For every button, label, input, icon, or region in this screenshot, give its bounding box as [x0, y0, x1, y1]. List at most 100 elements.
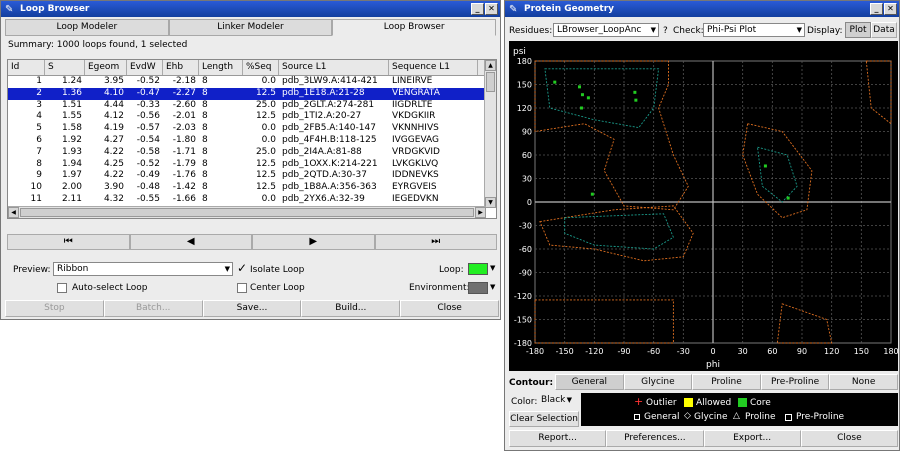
legend-core: Core	[750, 398, 771, 408]
tab-data[interactable]: Data	[871, 22, 897, 38]
scroll-up-icon[interactable]: ▲	[485, 60, 496, 71]
table-row[interactable]: 6 1.92 4.27 -0.54 -1.80 8 0.0 pdb_4F4H.B:118-12…	[8, 135, 496, 147]
column-header[interactable]: Sequence L1	[389, 60, 478, 75]
auto-select-loop-checkbox[interactable]	[57, 283, 67, 293]
column-header[interactable]: Length	[199, 60, 243, 75]
tab-plot[interactable]: Plot	[845, 22, 871, 38]
column-header[interactable]: EvdW	[127, 60, 163, 75]
report-button[interactable]: Report...	[509, 430, 607, 447]
contour-pre-proline-button[interactable]: Pre-Proline	[760, 374, 830, 390]
tab-loop-browser[interactable]: Loop Browser	[332, 19, 497, 36]
scroll-left-icon[interactable]: ◀	[8, 207, 19, 218]
protein-geometry-window: ✎ Protein Geometry _ ✕ Residues: LBrowse…	[504, 0, 900, 451]
table-cell: 4.10	[103, 87, 124, 98]
table-cell: 4.25	[103, 158, 124, 169]
table-cell: pdb_2GLT.A:274-281	[282, 99, 375, 110]
table-row[interactable]: 1 1.24 3.95 -0.52 -2.18 8 0.0 pdb_3LW9.A:414-42…	[8, 76, 496, 88]
x-tick-label: 90	[797, 347, 807, 356]
chevron-down-icon: ▼	[796, 26, 802, 34]
previous-loop-button[interactable]: ◀	[129, 234, 252, 250]
y-tick-label: 150	[517, 81, 532, 90]
geometry-close-button[interactable]: Close	[800, 430, 898, 447]
table-row[interactable]: 11 2.11 4.32 -0.55 -1.66 8 0.0 pdb_2YX6.A:32-39…	[8, 194, 496, 206]
loop-table[interactable]: Id S Egeom EvdW Ehb Length %Seq Source L1 Sequen…	[7, 59, 497, 219]
table-cell: 12.5	[255, 182, 276, 193]
export-button[interactable]: Export...	[703, 430, 801, 447]
table-cell: -2.60	[172, 99, 196, 110]
preferences-button[interactable]: Preferences...	[606, 430, 704, 447]
table-row[interactable]: 7 1.93 4.22 -0.58 -1.71 8 25.0 pdb_2I4A.A:81-88…	[8, 147, 496, 159]
column-header[interactable]: Egeom	[85, 60, 127, 75]
table-row[interactable]: 8 1.94 4.25 -0.52 -1.79 8 12.5 pdb_1OXX.K:214-2…	[8, 159, 496, 171]
environment-color-label: Environment:	[409, 283, 470, 293]
vertical-scrollbar[interactable]: ▲ ▼	[484, 60, 496, 208]
y-tick-label: -150	[514, 316, 532, 325]
phi-psi-plot[interactable]: -180 -150 -120 -90 -60 -30 0 30 60 90 120 150 180 180…	[509, 41, 899, 371]
clear-selection-button[interactable]: Clear Selection	[509, 411, 579, 427]
column-header[interactable]: S	[45, 60, 85, 75]
column-header[interactable]: %Seq	[243, 60, 279, 75]
help-button[interactable]: ?	[663, 26, 668, 36]
column-header[interactable]: Ehb	[163, 60, 199, 75]
column-header[interactable]: Id	[8, 60, 45, 75]
x-tick-label: 150	[854, 347, 869, 356]
color-select[interactable]: Black ▼	[538, 394, 574, 408]
residues-select[interactable]: LBrowser_LoopAnc ▼	[553, 23, 659, 37]
scroll-thumb[interactable]	[486, 72, 495, 92]
center-loop-checkbox[interactable]	[237, 283, 247, 293]
minimize-icon[interactable]: _	[870, 3, 883, 15]
isolate-loop-checkbox[interactable]: ✓	[237, 262, 247, 274]
table-row[interactable]: 10 2.00 3.90 -0.48 -1.42 8 12.5 pdb_1B8A.A:356-…	[8, 182, 496, 194]
last-loop-button[interactable]: ⏭	[374, 234, 497, 250]
tab-loop-modeler[interactable]: Loop Modeler	[5, 19, 169, 36]
table-row[interactable]: 9 1.97 4.22 -0.49 -1.76 8 12.5 pdb_2QTD.A:30-37…	[8, 170, 496, 182]
core-swatch-icon	[738, 398, 747, 407]
close-button[interactable]: Close	[400, 300, 499, 317]
close-icon[interactable]: ✕	[485, 3, 498, 15]
contour-general-button[interactable]: General	[555, 374, 624, 390]
preview-value: Ribbon	[57, 264, 89, 274]
save-button[interactable]: Save...	[202, 300, 302, 317]
check-label: Check:	[673, 26, 704, 36]
y-tick-label: -60	[519, 245, 532, 254]
allowed-region-contour	[534, 60, 689, 211]
table-cell: 3.90	[103, 182, 124, 193]
contour-none-button[interactable]: None	[829, 374, 898, 390]
tab-linker-modeler[interactable]: Linker Modeler	[168, 19, 333, 36]
allowed-region-contour	[865, 60, 892, 125]
chevron-down-icon[interactable]: ▼	[490, 264, 495, 272]
first-loop-button[interactable]: ⏮	[7, 234, 130, 250]
chevron-down-icon[interactable]: ▼	[490, 283, 495, 291]
hscroll-thumb[interactable]	[20, 208, 474, 217]
stop-button[interactable]: Stop	[5, 300, 104, 317]
check-select[interactable]: Phi-Psi Plot ▼	[703, 23, 805, 37]
table-row[interactable]: 2 1.36 4.10 -0.47 -2.27 8 12.5 pdb_1E18.A:21-28…	[8, 87, 496, 100]
batch-button[interactable]: Batch...	[103, 300, 203, 317]
column-header[interactable]: Source L1	[279, 60, 389, 75]
table-cell: pdb_4F4H.B:118-125	[282, 134, 377, 145]
table-cell: 9	[36, 170, 42, 181]
table-row[interactable]: 4 1.55 4.12 -0.56 -2.01 8 12.5 pdb_1TI2.A:20-27…	[8, 111, 496, 123]
contour-proline-button[interactable]: Proline	[692, 374, 761, 390]
phi-psi-chart[interactable]: -180 -150 -120 -90 -60 -30 0 30 60 90 120 150 180 180…	[509, 41, 899, 371]
table-cell: 25.0	[255, 99, 276, 110]
y-axis-label: psi	[513, 47, 526, 57]
scroll-right-icon[interactable]: ▶	[475, 207, 486, 218]
table-cell: 4.44	[103, 99, 124, 110]
table-row[interactable]: 3 1.51 4.44 -0.33 -2.60 8 25.0 pdb_2GLT.A:274-2…	[8, 100, 496, 112]
scroll-down-icon[interactable]: ▼	[485, 197, 496, 208]
next-loop-button[interactable]: ▶	[252, 234, 375, 250]
table-row[interactable]: 5 1.58 4.19 -0.57 -2.03 8 0.0 pdb_2FB5.A:140-14…	[8, 123, 496, 135]
build-button[interactable]: Build...	[301, 300, 401, 317]
loop-color-swatch[interactable]	[468, 263, 488, 275]
table-cell: 25.0	[255, 146, 276, 157]
minimize-icon[interactable]: _	[471, 3, 484, 15]
close-icon[interactable]: ✕	[884, 3, 897, 15]
preview-select[interactable]: Ribbon ▼	[53, 262, 233, 276]
legend-general: General	[644, 412, 680, 422]
table-cell: 1.94	[61, 158, 82, 169]
outlier-marker-icon: +	[634, 395, 644, 408]
environment-color-swatch[interactable]	[468, 282, 488, 294]
contour-glycine-button[interactable]: Glycine	[623, 374, 693, 390]
horizontal-scrollbar[interactable]: ◀ ▶	[8, 206, 486, 218]
